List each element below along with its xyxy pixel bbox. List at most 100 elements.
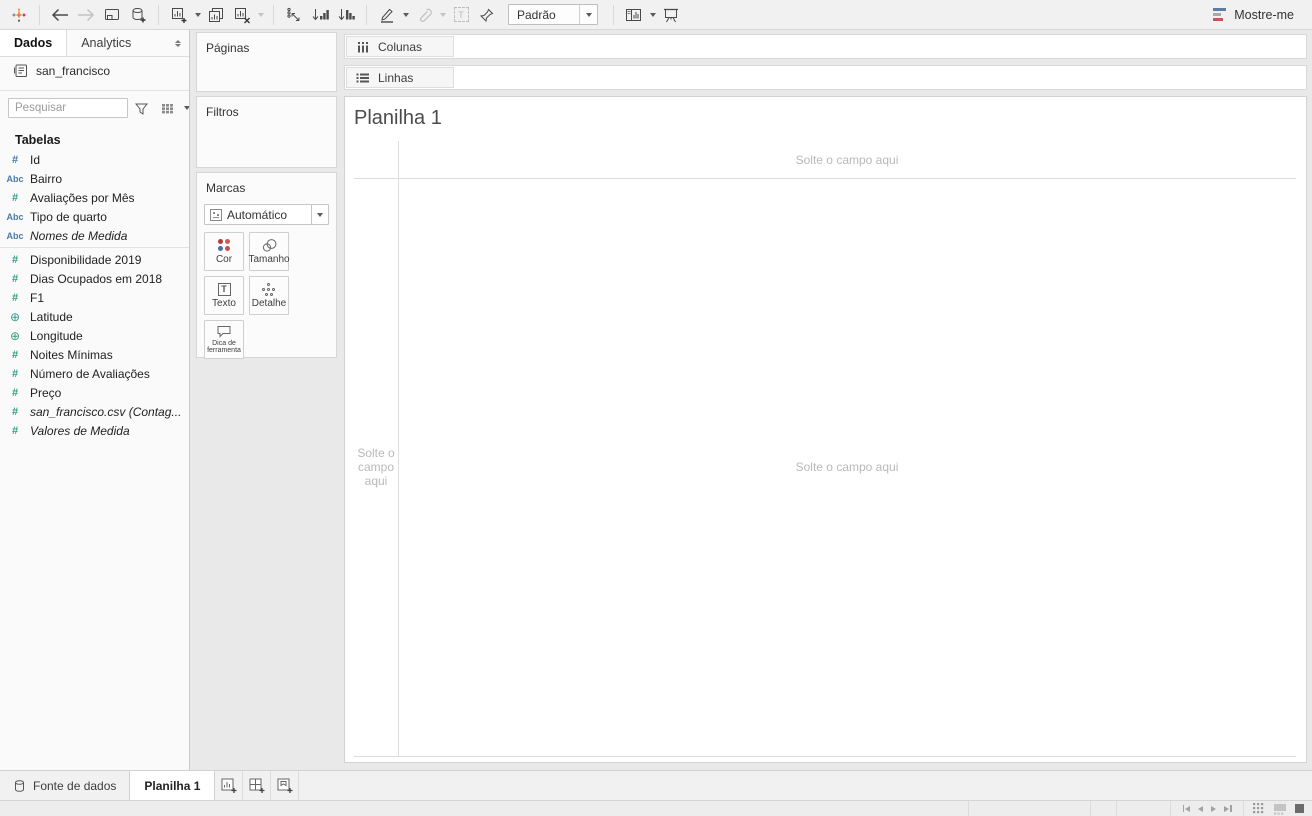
view-grid-icon[interactable] [161,102,175,115]
group-members-caret[interactable] [437,3,448,27]
field-row[interactable]: # san_francisco.csv (Contag... [0,402,189,421]
columns-shelf[interactable]: Colunas [344,34,1307,59]
new-datasource-button[interactable] [125,3,151,27]
tab-analytics[interactable]: Analytics [67,30,145,56]
clear-sheet-caret[interactable] [255,3,266,27]
chevron-down-icon [579,5,597,24]
collapse-pane-icon[interactable] [167,30,189,56]
abc-icon: Abc [6,211,24,222]
new-worksheet-tab-button[interactable] [215,771,244,800]
field-row[interactable]: # Noites Mínimas [0,345,189,364]
pages-card[interactable]: Páginas [196,32,337,92]
mark-type-dropdown[interactable]: Automático [204,204,329,225]
previous-sheet-button[interactable] [1198,805,1203,812]
field-row[interactable]: # F1 [0,288,189,307]
datasource-item[interactable]: san_francisco [0,57,189,84]
highlight-button[interactable] [374,3,400,27]
search-input[interactable] [8,98,128,118]
tab-dados[interactable]: Dados [0,30,68,56]
new-worksheet-icon [221,778,237,793]
chevron-down-icon [311,205,328,224]
swap-rows-columns-button[interactable] [281,3,307,27]
show-me-button[interactable]: Mostre-me [1205,2,1306,28]
fix-axes-button[interactable] [474,3,500,27]
toolbar-separator [273,4,274,25]
field-label: Valores de Medida [30,423,130,438]
sheet-sorter-view-button[interactable] [1252,802,1265,815]
next-sheet-button[interactable] [1211,805,1216,812]
text-button-label: Texto [212,297,236,309]
toolbar-separator [158,4,159,25]
undo-button[interactable] [47,3,73,27]
tableau-logo-icon[interactable] [6,3,32,27]
sort-descending-button[interactable] [333,3,359,27]
field-row[interactable]: # Número de Avaliações [0,364,189,383]
duplicate-sheet-button[interactable] [203,3,229,27]
field-row[interactable]: Abc Tipo de quarto [0,207,189,226]
last-sheet-button[interactable] [1224,805,1232,812]
new-worksheet-caret[interactable] [192,3,203,27]
filters-card[interactable]: Filtros [196,96,337,168]
field-row[interactable]: ⊕ Longitude [0,326,189,345]
toolbar-separator [366,4,367,25]
size-button[interactable]: Tamanho [248,232,290,271]
field-row[interactable]: # Disponibilidade 2019 [0,250,189,269]
columns-shelf-label-box: Colunas [346,36,454,57]
group-members-button[interactable] [411,3,437,27]
clear-sheet-button[interactable] [229,3,255,27]
mark-label-icon: T [453,7,469,22]
grid-line-horizontal-bottom [354,756,1296,757]
field-row[interactable]: ⊕ Latitude [0,307,189,326]
columns-shelf-drop-area[interactable] [455,35,1306,58]
show-mark-labels-button[interactable]: T [448,3,474,27]
datasource-tab[interactable]: Fonte de dados [0,771,129,800]
pane-tabs: Dados Analytics [0,30,189,57]
view-options-caret[interactable] [181,96,189,120]
marks-card: Marcas Automático Cor Tamanho T Texto De… [196,172,337,359]
field-row[interactable]: # Valores de Medida [0,421,189,440]
number-icon: # [11,272,19,285]
data-pane: Dados Analytics san_francisco Tabelas [0,30,190,770]
drop-zone-rows[interactable]: Solte o campo aqui [354,178,398,756]
detail-button[interactable]: Detalhe [249,276,289,315]
rows-shelf[interactable]: Linhas [344,65,1307,90]
presentation-mode-button[interactable] [658,3,684,27]
redo-button[interactable] [73,3,99,27]
filter-funnel-icon[interactable] [134,101,149,116]
field-row[interactable]: Abc Bairro [0,169,189,188]
highlight-caret[interactable] [400,3,411,27]
active-sheet-tab[interactable]: Planilha 1 [129,771,216,800]
columns-icon [358,41,368,52]
fit-dropdown[interactable]: Padrão [508,4,598,25]
detail-icon [262,282,276,296]
datasource-tab-label: Fonte de dados [33,778,117,793]
tooltip-button[interactable]: Dica de ferramenta [204,320,244,359]
show-hide-cards-caret[interactable] [647,3,658,27]
view-switcher [1243,801,1312,816]
size-icon [262,238,276,252]
pages-card-title: Páginas [206,41,250,55]
drop-zone-hint: Solte o campo aqui [795,460,899,474]
field-row[interactable]: # Dias Ocupados em 2018 [0,269,189,288]
field-row[interactable]: Abc Nomes de Medida [0,226,189,245]
text-button[interactable]: T Texto [204,276,244,315]
filmstrip-view-button[interactable] [1273,803,1287,815]
new-worksheet-button[interactable] [166,3,192,27]
first-sheet-button[interactable] [1182,805,1190,812]
new-dashboard-tab-button[interactable] [243,771,272,800]
drop-zone-main[interactable]: Solte o campo aqui [398,178,1296,756]
field-row[interactable]: # Avaliações por Mês [0,188,189,207]
show-hide-cards-button[interactable] [621,3,647,27]
rows-shelf-drop-area[interactable] [455,66,1306,89]
color-button-label: Cor [215,253,233,265]
field-row[interactable]: # Preço [0,383,189,402]
sort-ascending-button[interactable] [307,3,333,27]
sheet-title: Planilha 1 [354,107,442,129]
drop-zone-columns[interactable]: Solte o campo aqui [398,141,1296,178]
new-story-tab-button[interactable] [271,771,300,800]
worksheet-view: Planilha 1 Solte o campo aqui Solte o ca… [344,96,1307,763]
color-button[interactable]: Cor [204,232,244,271]
save-button[interactable] [99,3,125,27]
field-row[interactable]: # Id [0,150,189,169]
single-sheet-view-button[interactable] [1294,804,1304,813]
